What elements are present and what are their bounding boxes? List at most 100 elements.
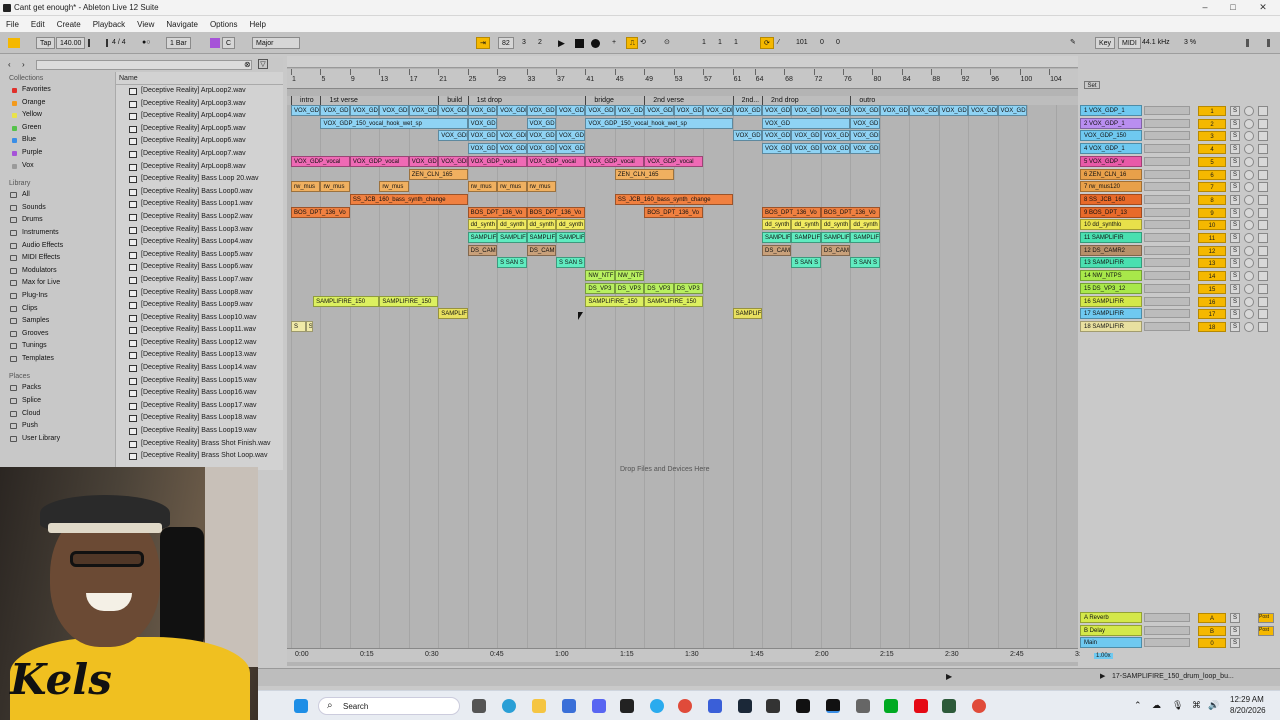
arrangement-clip[interactable]: VOX_GDP_150_vo bbox=[555, 143, 586, 155]
arrangement-clip[interactable]: VOX_GDP bbox=[526, 105, 556, 116]
solo-button[interactable]: S bbox=[1230, 321, 1240, 332]
locator-marker[interactable]: build bbox=[438, 96, 462, 105]
file-item[interactable]: [Deceptive Reality] Bass Loop0.wav bbox=[116, 186, 283, 199]
arrangement-clip[interactable]: DS_CAM bbox=[526, 244, 556, 256]
return-track-name[interactable]: A Reverb bbox=[1080, 612, 1142, 623]
menu-playback[interactable]: Playback bbox=[93, 20, 125, 29]
position-bar[interactable]: 82 bbox=[498, 37, 514, 49]
track-header[interactable]: 11 SAMPLIFIR 11 S bbox=[1080, 232, 1280, 245]
loop-length-sixteenth[interactable]: 0 bbox=[836, 37, 840, 49]
file-item[interactable]: [Deceptive Reality] Bass Loop2.wav bbox=[116, 211, 283, 224]
track-activator-button[interactable]: 10 bbox=[1198, 220, 1226, 231]
track-name[interactable]: VOX_GDP_150 bbox=[1080, 130, 1142, 142]
arrangement-clip[interactable]: VOX_GDP bbox=[467, 105, 498, 116]
track-header[interactable]: 15 DS_VP3_12 15 S bbox=[1080, 282, 1280, 296]
track-volume-meter[interactable] bbox=[1144, 271, 1190, 281]
arrangement-clip[interactable]: VOX_GDP_150_vocal_hook_wet_sp bbox=[585, 117, 733, 129]
track-volume-meter[interactable] bbox=[1144, 245, 1190, 255]
monitor-button[interactable] bbox=[1244, 271, 1254, 282]
arrangement-clip[interactable]: SAMPLIFI bbox=[467, 232, 498, 243]
arrangement-clip[interactable]: VOX_GDP bbox=[673, 105, 704, 116]
solo-button[interactable]: S bbox=[1230, 245, 1240, 256]
arrangement-clip[interactable]: BOS_DPT_136_Vo bbox=[291, 206, 350, 218]
arrangement-clip[interactable]: SAMPLIFI bbox=[820, 232, 851, 243]
arrangement-clip[interactable]: VOX_GDP_150_vocal_hook_wet_sp bbox=[320, 117, 468, 129]
arrangement-clip[interactable]: BOS_DPT_136_Vo bbox=[467, 206, 527, 218]
track-header[interactable]: 2 VOX_GDP_1 2 S bbox=[1080, 117, 1280, 131]
arrangement-clip[interactable]: VOX_GDP bbox=[291, 105, 321, 116]
arrangement-clip[interactable]: SAMPLIFIRE_150 bbox=[585, 295, 645, 307]
file-item[interactable]: [Deceptive Reality] Bass Loop3.wav bbox=[116, 224, 283, 237]
return-activator-button[interactable]: A bbox=[1198, 613, 1226, 623]
arrangement-clip[interactable]: VOX_GDP bbox=[555, 105, 586, 116]
arm-button[interactable] bbox=[1258, 156, 1268, 167]
track-name[interactable]: 4 VOX_GDP_1 bbox=[1080, 143, 1142, 155]
solo-button[interactable]: S bbox=[1230, 296, 1240, 307]
post-button[interactable]: Post bbox=[1258, 625, 1274, 636]
arrangement-clip[interactable]: VOX_GDP_150_vo bbox=[467, 143, 498, 155]
arm-button[interactable] bbox=[1258, 182, 1268, 193]
arm-button[interactable] bbox=[1258, 258, 1268, 269]
library-item[interactable]: Drums bbox=[0, 214, 115, 227]
solo-button[interactable]: S bbox=[1230, 207, 1240, 218]
forward-icon[interactable]: › bbox=[22, 60, 25, 69]
time-signature[interactable]: 4 / 4 bbox=[112, 37, 126, 49]
locator-marker[interactable]: 2nd drop bbox=[762, 96, 799, 105]
track-name[interactable]: 15 DS_VP3_12 bbox=[1080, 282, 1142, 294]
track-volume-meter[interactable] bbox=[1144, 182, 1190, 192]
arrangement-clip[interactable]: SAMPLIF bbox=[732, 308, 763, 320]
monitor-button[interactable] bbox=[1244, 220, 1254, 231]
file-item[interactable]: [Deceptive Reality] Bass Loop7.wav bbox=[116, 274, 283, 287]
taskbar-search[interactable]: ⌕ Search bbox=[318, 697, 460, 715]
monitor-button[interactable] bbox=[1244, 156, 1254, 167]
arrangement-clip[interactable]: dd_synth bbox=[526, 219, 556, 231]
arrangement-clip[interactable]: VOX_GDP bbox=[438, 105, 468, 116]
track-volume-meter[interactable] bbox=[1144, 296, 1190, 306]
track-name[interactable]: 6 ZEN_CLN_16 bbox=[1080, 168, 1142, 180]
track-name[interactable]: 14 NW_NTPS bbox=[1080, 270, 1142, 282]
return-volume-meter[interactable] bbox=[1144, 625, 1190, 635]
monitor-button[interactable] bbox=[1244, 144, 1254, 155]
locator-lane[interactable]: intro 1st verse build 1st drop bridge 2nd ver… bbox=[287, 96, 1078, 105]
arrangement-clip[interactable]: DS_VP3 bbox=[673, 282, 704, 294]
file-item[interactable]: [Deceptive Reality] ArpLoop8.wav bbox=[116, 161, 283, 174]
library-item[interactable]: Instruments bbox=[0, 227, 115, 240]
chrome-icon[interactable] bbox=[678, 699, 692, 713]
return-activator-button[interactable]: B bbox=[1198, 625, 1226, 636]
arrangement-clip[interactable]: VOX_GDP_150_vo bbox=[438, 130, 468, 142]
places-item[interactable]: User Library bbox=[0, 433, 115, 446]
arrangement-clip[interactable]: BOS_DPT_136_Vo bbox=[526, 206, 586, 218]
arrangement-clip[interactable]: VOX_GDP bbox=[762, 105, 792, 116]
follow-icon[interactable]: ⇥ bbox=[476, 37, 490, 49]
file-item[interactable]: [Deceptive Reality] Bass Loop13.wav bbox=[116, 349, 283, 362]
arrangement-clip[interactable]: SAMPLIFIRE_150 bbox=[644, 295, 704, 307]
arrangement-clip[interactable]: VOX_GD bbox=[526, 117, 556, 129]
menu-file[interactable]: File bbox=[6, 20, 19, 29]
menu-edit[interactable]: Edit bbox=[31, 20, 45, 29]
store-icon[interactable] bbox=[562, 699, 576, 713]
filter-icon[interactable]: ▽ bbox=[258, 59, 268, 69]
file-explorer-icon[interactable] bbox=[532, 699, 546, 713]
track-lanes[interactable]: VOX_GDP VOX_GDP VOX_GDP VOX_GDP VOX_GDP VOX_G… bbox=[287, 105, 1078, 332]
solo-button[interactable]: S bbox=[1230, 258, 1240, 269]
ableton-icon[interactable] bbox=[826, 699, 840, 713]
file-item[interactable]: [Deceptive Reality] Brass Shot Finish.wa… bbox=[116, 438, 283, 451]
arrangement-clip[interactable]: VOX_GDP_150_vo bbox=[850, 143, 880, 155]
monitor-button[interactable] bbox=[1244, 207, 1254, 218]
tempo-field[interactable]: 140.00 bbox=[56, 37, 86, 49]
chrome2-icon[interactable] bbox=[972, 699, 986, 713]
arrangement-clip[interactable]: DS_VP3 bbox=[644, 282, 674, 294]
track-activator-button[interactable]: 2 bbox=[1198, 118, 1226, 129]
return-solo-button[interactable]: S bbox=[1230, 625, 1240, 636]
track-header[interactable]: 1 VOX_GDP_1 1 S bbox=[1080, 105, 1280, 118]
task-view-icon[interactable] bbox=[472, 699, 486, 713]
solo-button[interactable]: S bbox=[1230, 283, 1240, 294]
track-name[interactable]: 16 SAMPLIFIR bbox=[1080, 295, 1142, 307]
arrangement-clip[interactable]: SAMPLIFIRE_150 bbox=[379, 295, 439, 307]
arrangement-clip[interactable]: VOX_GDP_vocal bbox=[291, 155, 350, 167]
metronome-icon[interactable]: ●○ bbox=[142, 37, 150, 49]
arrangement-clip[interactable]: dd_synth bbox=[555, 219, 586, 231]
arrangement-clip[interactable]: VOX_GDP_150_vo bbox=[467, 130, 498, 142]
return-track-header[interactable]: B Delay B S Post bbox=[1080, 624, 1280, 638]
track-activator-button[interactable]: 8 bbox=[1198, 194, 1226, 205]
